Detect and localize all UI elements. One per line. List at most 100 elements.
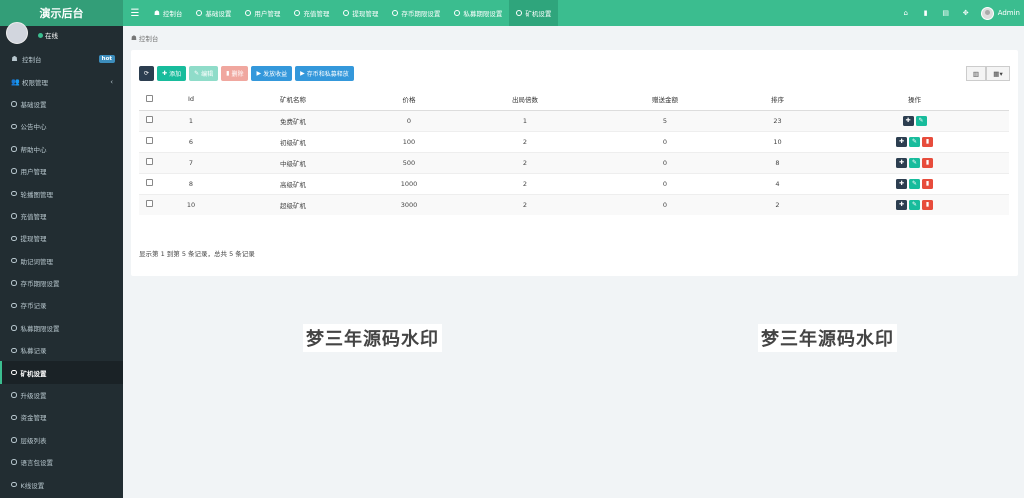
column-header[interactable]: 价格 xyxy=(363,89,455,111)
sidebar-item-8[interactable]: 提现管理 xyxy=(0,227,123,249)
sidebar-item-19[interactable]: K线设置 xyxy=(0,473,123,495)
avatar xyxy=(6,22,28,44)
move-icon[interactable]: ✚ xyxy=(896,136,907,147)
sidebar-item-13[interactable]: 私募记录 xyxy=(0,339,123,361)
row-checkbox[interactable] xyxy=(145,200,153,208)
circle-icon xyxy=(11,168,17,174)
tab-5[interactable]: 存币期限设置 xyxy=(385,0,447,26)
columns-toggle-icon[interactable]: ▦▾ xyxy=(986,66,1010,81)
move-icon[interactable]: ✚ xyxy=(902,115,914,126)
trash-icon[interactable]: ▮ xyxy=(922,157,933,168)
translate-icon[interactable]: ▤ xyxy=(941,8,951,18)
dashboard-icon: ☗ xyxy=(131,34,137,42)
pencil-icon[interactable]: ✎ xyxy=(909,199,920,210)
export-icon[interactable]: ▥ xyxy=(966,66,986,81)
sidebar-item-0[interactable]: ☗ 控制台 hot xyxy=(0,48,123,70)
tab-4[interactable]: 提现管理 xyxy=(336,0,385,26)
table-row[interactable]: 7 中级矿机 500 2 0 8 ✚ ✎ ▮ xyxy=(139,151,1009,173)
sidebar-item-2[interactable]: 基础设置 xyxy=(0,93,123,115)
sidebar-item-16[interactable]: 资金管理 xyxy=(0,406,123,428)
table-row[interactable]: 10 超级矿机 3000 2 0 2 ✚ ✎ ▮ xyxy=(139,193,1009,215)
pencil-icon[interactable]: ✎ xyxy=(915,115,927,126)
circle-icon xyxy=(11,459,17,465)
cell-multiple: 2 xyxy=(455,130,595,152)
column-header[interactable]: 出局倍数 xyxy=(455,89,595,111)
cell-actions: ✚ ✎ ▮ xyxy=(820,151,1009,173)
breadcrumb[interactable]: ☗ 控制台 xyxy=(131,33,158,43)
sidebar-item-7[interactable]: 充值管理 xyxy=(0,205,123,227)
delete-button[interactable]: ▮ 删除 xyxy=(221,66,249,81)
table-row[interactable]: 6 初级矿机 100 2 0 10 ✚ ✎ ▮ xyxy=(139,130,1009,152)
add-button[interactable]: ✚ 添加 xyxy=(157,66,187,81)
tab-1[interactable]: 基础设置 xyxy=(189,0,238,26)
menu-toggle-icon[interactable]: ☰ xyxy=(123,0,147,26)
row-select-cell xyxy=(139,172,159,194)
column-header[interactable]: 矿机名称 xyxy=(223,89,363,111)
pencil-icon[interactable]: ✎ xyxy=(909,136,920,147)
admin-menu[interactable]: Admin xyxy=(980,6,1020,20)
tab-0[interactable]: ☗ 控制台 xyxy=(147,0,189,26)
cell-gift: 0 xyxy=(595,193,735,215)
sidebar-item-3[interactable]: 公告中心 xyxy=(0,115,123,137)
column-header[interactable]: 排序 xyxy=(735,89,820,111)
fullscreen-icon[interactable]: ✥ xyxy=(961,8,971,18)
cell-price: 100 xyxy=(363,130,455,152)
home-icon[interactable]: ⌂ xyxy=(901,8,911,18)
move-icon[interactable]: ✚ xyxy=(896,178,907,189)
trash-icon[interactable]: ▮ xyxy=(922,178,933,189)
row-checkbox[interactable] xyxy=(145,137,153,144)
cell-multiple: 1 xyxy=(455,109,595,131)
sidebar-item-label: 矿机设置 xyxy=(20,369,47,378)
sidebar-item-15[interactable]: 升级设置 xyxy=(0,384,123,406)
chevron-left-icon: ‹ xyxy=(110,77,113,86)
row-checkbox[interactable] xyxy=(145,179,153,186)
row-checkbox[interactable] xyxy=(145,158,153,165)
tab-3[interactable]: 充值管理 xyxy=(287,0,336,26)
sidebar-item-12[interactable]: 私募期限设置 xyxy=(0,317,123,339)
cell-price: 500 xyxy=(363,151,455,173)
top-navbar: 演示后台 ☰ ☗ 控制台 基础设置 用户管理 充值管理 提现管理 存币期限设置 私募期限设置矿… xyxy=(0,0,1024,26)
circle-icon xyxy=(245,10,252,16)
table-row[interactable]: 1 免费矿机 0 1 5 23 ✚ ✎ xyxy=(139,109,1009,131)
sidebar-item-label: 用户管理 xyxy=(20,168,47,177)
move-icon[interactable]: ✚ xyxy=(896,199,907,210)
move-icon[interactable]: ✚ xyxy=(896,157,907,168)
tab-label: 存币期限设置 xyxy=(401,10,441,18)
row-actions: ✚ ✎ xyxy=(820,115,1009,126)
row-actions: ✚ ✎ ▮ xyxy=(820,157,1009,168)
tab-2[interactable]: 用户管理 xyxy=(238,0,287,26)
trash-icon[interactable]: ▮ xyxy=(922,136,933,147)
sidebar-item-18[interactable]: 语言包设置 xyxy=(0,451,123,473)
tab-6[interactable]: 私募期限设置 xyxy=(447,0,509,26)
select-all-checkbox[interactable] xyxy=(145,94,153,102)
sidebar-item-11[interactable]: 存币记录 xyxy=(0,294,123,316)
pencil-icon[interactable]: ✎ xyxy=(909,178,920,189)
sidebar-item-label: 资金管理 xyxy=(20,414,47,423)
sidebar-item-5[interactable]: 用户管理 xyxy=(0,160,123,182)
column-header[interactable]: 赠送金额 xyxy=(595,89,735,111)
tab-7[interactable]: 矿机设置 xyxy=(509,0,559,26)
pencil-icon[interactable]: ✎ xyxy=(909,157,920,168)
sidebar-item-10[interactable]: 存币期限设置 xyxy=(0,272,123,294)
sidebar-item-6[interactable]: 轮播图管理 xyxy=(0,182,123,204)
sidebar-item-4[interactable]: 帮助中心 xyxy=(0,138,123,160)
row-checkbox[interactable] xyxy=(145,116,153,123)
top-right-tools: ⌂ ▮ ▤ ✥ Admin xyxy=(901,0,1020,26)
sidebar-item-14[interactable]: 矿机设置 xyxy=(0,361,123,385)
sidebar-item-17[interactable]: 层级列表 xyxy=(0,429,123,451)
row-actions: ✚ ✎ ▮ xyxy=(820,178,1009,189)
tab-label: 私募期限设置 xyxy=(463,10,503,18)
edit-button[interactable]: ✎ 编辑 xyxy=(189,66,219,81)
release-button[interactable]: ▶ 存币和私募释放 xyxy=(295,66,354,81)
sidebar-item-9[interactable]: 助记词管理 xyxy=(0,250,123,272)
select-all-header xyxy=(139,89,159,111)
trash-icon[interactable]: ▮ xyxy=(921,8,931,18)
sidebar-item-1[interactable]: 👥 权限管理 ‹ xyxy=(0,70,123,92)
distribute-earnings-button[interactable]: ▶ 发放收益 xyxy=(251,66,293,81)
cell-sort: 4 xyxy=(735,172,820,194)
trash-icon[interactable]: ▮ xyxy=(922,199,933,210)
column-header[interactable]: Id xyxy=(159,89,223,111)
refresh-button[interactable]: ⟳ xyxy=(139,66,155,81)
table-row[interactable]: 8 高级矿机 1000 2 0 4 ✚ ✎ ▮ xyxy=(139,172,1009,194)
row-actions: ✚ ✎ ▮ xyxy=(820,199,1009,210)
